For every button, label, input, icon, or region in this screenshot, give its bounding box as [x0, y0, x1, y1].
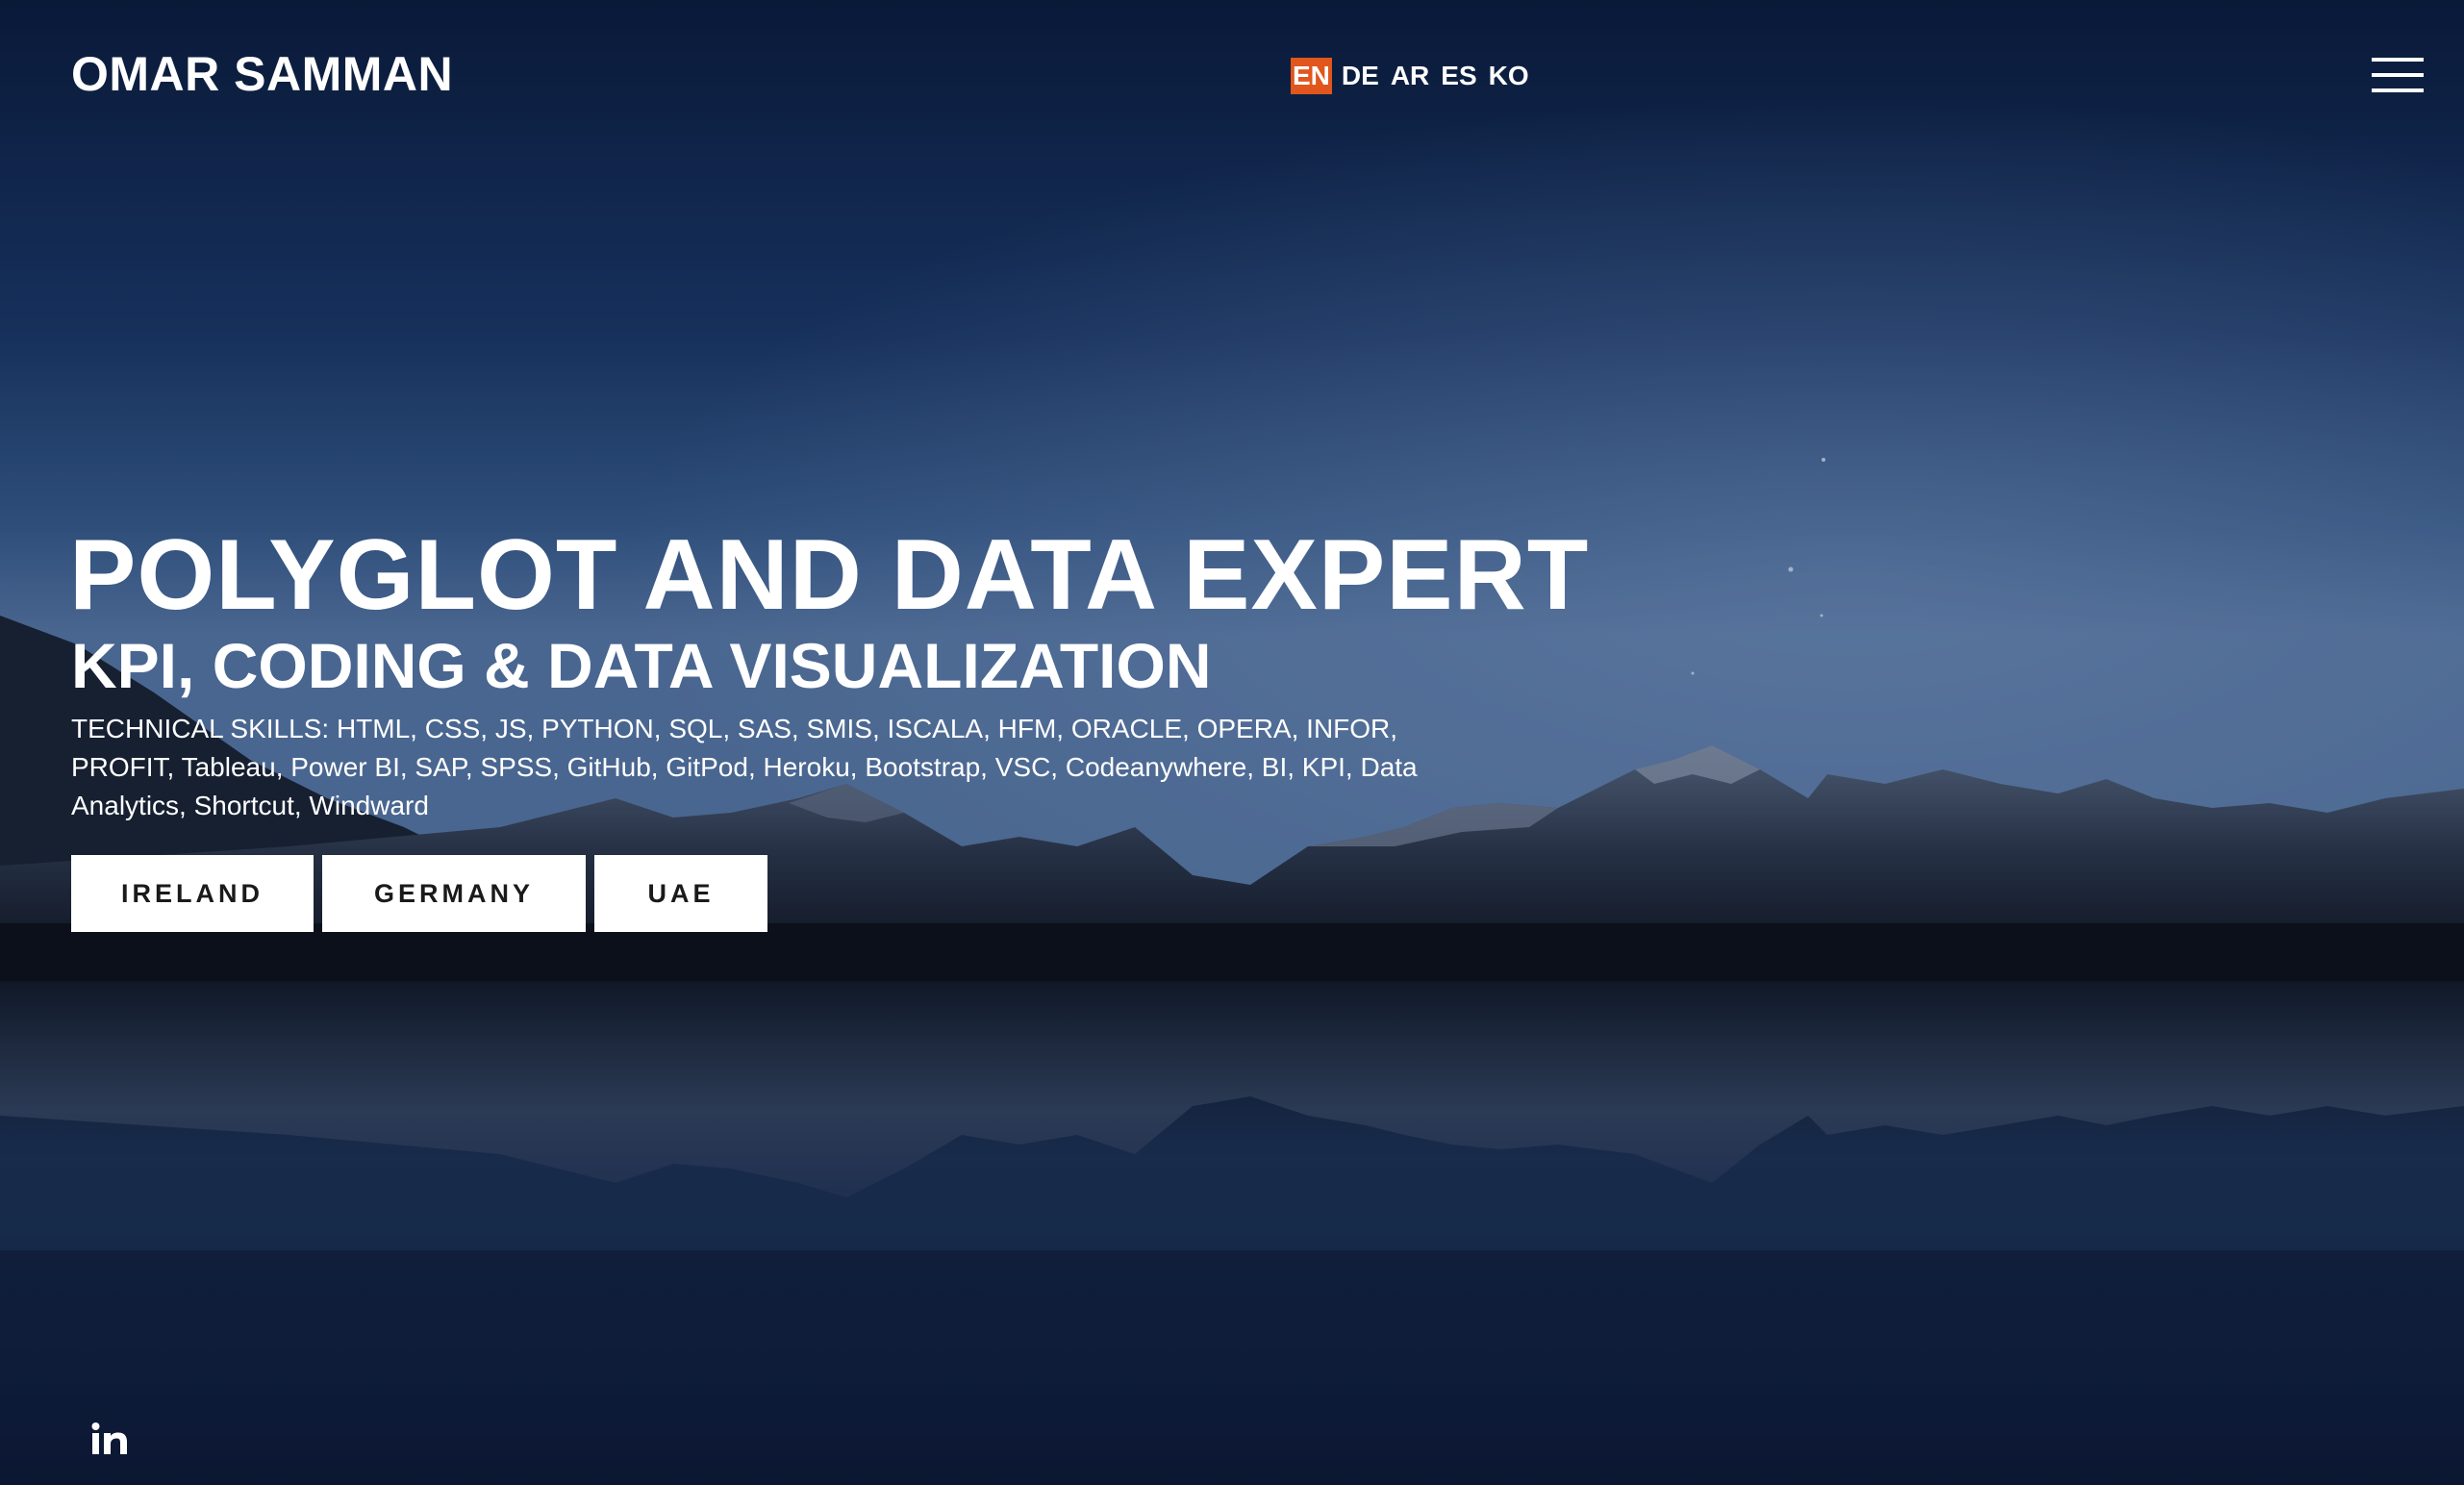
- hero-subtitle: KPI, CODING & DATA VISUALIZATION: [71, 630, 1212, 701]
- uae-button[interactable]: UAE: [594, 855, 767, 932]
- lang-de[interactable]: DE: [1340, 58, 1381, 94]
- linkedin-icon[interactable]: [90, 1422, 131, 1456]
- ireland-button[interactable]: IRELAND: [71, 855, 314, 932]
- lang-en[interactable]: EN: [1291, 58, 1332, 94]
- lang-es[interactable]: ES: [1439, 58, 1478, 94]
- technical-skills-text: TECHNICAL SKILLS: HTML, CSS, JS, PYTHON,…: [71, 714, 1418, 820]
- germany-button[interactable]: GERMANY: [322, 855, 586, 932]
- page: OMAR SAMMAN EN DE AR ES KO POLYGLOT AND …: [0, 0, 2464, 1485]
- site-brand[interactable]: OMAR SAMMAN: [71, 44, 453, 104]
- hero-title: POLYGLOT AND DATA EXPERT: [69, 519, 1590, 631]
- lang-ar[interactable]: AR: [1389, 58, 1431, 94]
- lang-ko[interactable]: KO: [1487, 58, 1531, 94]
- hamburger-menu-icon[interactable]: [2372, 58, 2424, 92]
- language-switcher: EN DE AR ES KO: [1291, 58, 1531, 94]
- country-buttons: IRELAND GERMANY UAE: [71, 855, 767, 932]
